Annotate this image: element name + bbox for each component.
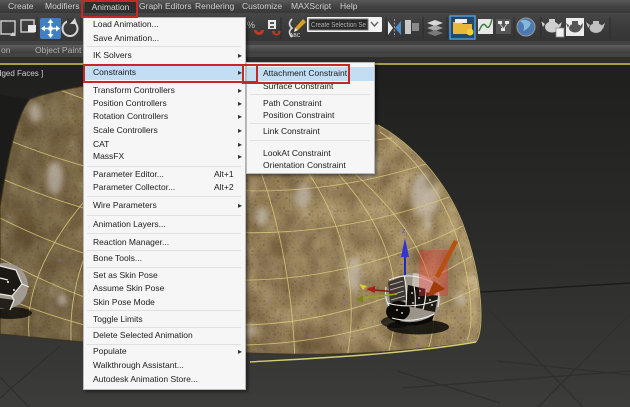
- svg-text:ABC: ABC: [290, 33, 301, 39]
- svg-text:%: %: [247, 20, 255, 30]
- svg-text:Create Selection Se: Create Selection Se: [311, 22, 366, 29]
- svg-text:z: z: [402, 228, 406, 235]
